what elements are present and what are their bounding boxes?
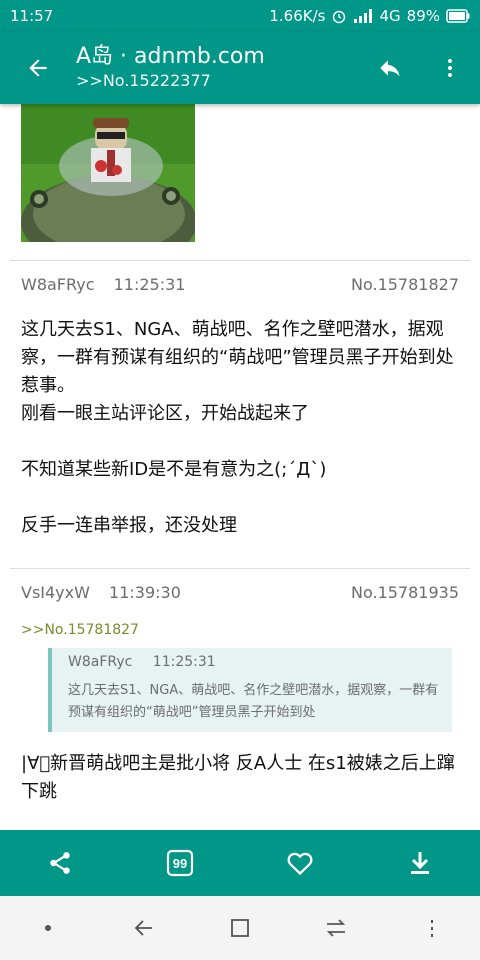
post-divider (10, 568, 470, 569)
signal-icon (354, 9, 373, 23)
post-meta: W8aFRyc 11:25:31 No.15781827 (21, 272, 459, 296)
battery-icon (446, 9, 470, 23)
status-time: 11:57 (10, 7, 54, 25)
quote-uid: W8aFRyc (68, 654, 133, 670)
download-button[interactable] (390, 833, 450, 893)
thread-id: >>No.15222377 (76, 71, 211, 90)
nav-dot-button[interactable] (18, 898, 78, 958)
more-vert-icon (448, 59, 452, 77)
post-uid[interactable]: W8aFRyc (21, 275, 95, 294)
post-body: 这几天去S1、NGA、萌战吧、名作之壁吧潜水，据观察，一群有预谋有组织的“萌战吧… (21, 319, 454, 536)
arrow-left-icon (29, 59, 47, 77)
nav-recents-button[interactable] (210, 898, 270, 958)
download-icon (411, 852, 429, 874)
share-button[interactable] (30, 833, 90, 893)
post-author-time: VsI4yxW 11:39:30 (21, 583, 195, 602)
nav-back-button[interactable] (114, 898, 174, 958)
alarm-icon (333, 10, 346, 24)
recents-icon (231, 919, 249, 937)
post-number[interactable]: No.15781827 (351, 275, 459, 294)
back-button[interactable] (0, 32, 76, 104)
app-title: A岛 · adnmb.com (76, 44, 265, 69)
quote-meta: W8aFRyc 11:25:31 (68, 654, 444, 674)
dot-icon (45, 925, 51, 931)
thread-content[interactable]: W8aFRyc 11:25:31 No.15781827 这几天去S1、NGA、… (0, 104, 480, 830)
switch-icon (326, 919, 346, 937)
like-button[interactable] (270, 833, 330, 893)
quote-button[interactable]: 99 (150, 833, 210, 893)
post-uid[interactable]: VsI4yxW (21, 583, 90, 602)
post-meta: VsI4yxW 11:39:30 No.15781935 (21, 580, 459, 604)
post-time: 11:25:31 (113, 274, 186, 294)
post-author-time: W8aFRyc 11:25:31 (21, 275, 199, 294)
zombie-robot-image (21, 104, 195, 242)
quote-icon: 99 (166, 849, 194, 877)
reference-link[interactable]: >>No.15781827 (21, 622, 459, 638)
quote-badge: 99 (173, 856, 187, 871)
net-speed: 1.66K/s (269, 7, 326, 25)
nav-switch-button[interactable] (306, 898, 366, 958)
quote-body: 这几天去S1、NGA、萌战吧、名作之壁吧潜水，据观察，一群有预谋有组织的“萌战吧… (68, 683, 439, 720)
post-number[interactable]: No.15781935 (351, 583, 459, 602)
post-time: 11:39:30 (109, 582, 181, 602)
post-image-thumbnail[interactable] (21, 104, 195, 242)
nav-menu-button[interactable] (402, 898, 462, 958)
more-menu-button[interactable] (420, 32, 480, 104)
quoted-post[interactable]: W8aFRyc 11:25:31 这几天去S1、NGA、萌战吧、名作之壁吧潜水，… (48, 648, 452, 732)
menu-icon (431, 920, 433, 937)
system-nav-bar (0, 896, 480, 960)
post-body: |∀ﾟ新晋萌战吧主是批小将 反A人士 在s1被婊之后上蹿下跳 (21, 753, 455, 802)
status-bar: 11:57 1.66K/s 4G 89% (0, 0, 480, 32)
heart-icon (287, 852, 313, 876)
reply-button[interactable] (360, 32, 420, 104)
status-right: 1.66K/s 4G 89% (269, 7, 470, 25)
network-type: 4G (379, 7, 401, 25)
post-divider (10, 260, 470, 261)
app-bar-titles: A岛 · adnmb.com >>No.15222377 (76, 44, 360, 92)
battery-percent: 89% (406, 7, 440, 25)
post-item[interactable]: VsI4yxW 11:39:30 No.15781935 >>No.157818… (21, 580, 459, 806)
app-bar: A岛 · adnmb.com >>No.15222377 (0, 32, 480, 104)
bottom-action-bar: 99 (0, 830, 480, 896)
reply-icon (380, 60, 400, 77)
back-icon (134, 920, 152, 936)
post-item[interactable]: W8aFRyc 11:25:31 No.15781827 这几天去S1、NGA、… (21, 272, 459, 540)
quote-time: 11:25:31 (152, 654, 216, 670)
share-icon (50, 852, 70, 874)
